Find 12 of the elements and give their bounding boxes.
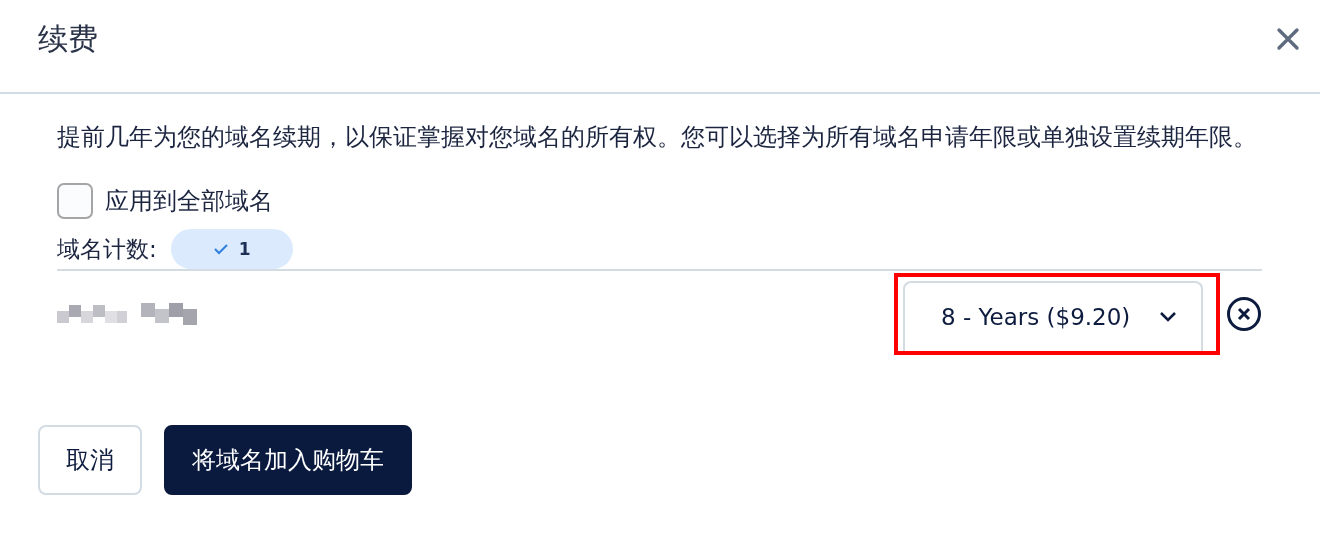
add-to-cart-button[interactable]: 将域名加入购物车 [164, 425, 412, 495]
remove-icon[interactable] [1226, 296, 1262, 332]
checkbox-label: 应用到全部域名 [105, 186, 273, 217]
checkbox[interactable] [57, 183, 93, 219]
close-icon[interactable] [1276, 27, 1300, 51]
term-dropdown[interactable]: 8 - Years ($9.20) [903, 281, 1203, 351]
cancel-button[interactable]: 取消 [38, 425, 142, 495]
chevron-down-icon [1158, 311, 1179, 323]
dialog-title: 续费 [38, 19, 98, 58]
description: 提前几年为您的域名续期，以保证掌握对您域名的所有权。您可以选择为所有域名申请年限或单独设置续期年限。 [57, 122, 1258, 153]
count-label: 域名计数: [57, 234, 157, 264]
count-badge: 1 [170, 229, 293, 269]
